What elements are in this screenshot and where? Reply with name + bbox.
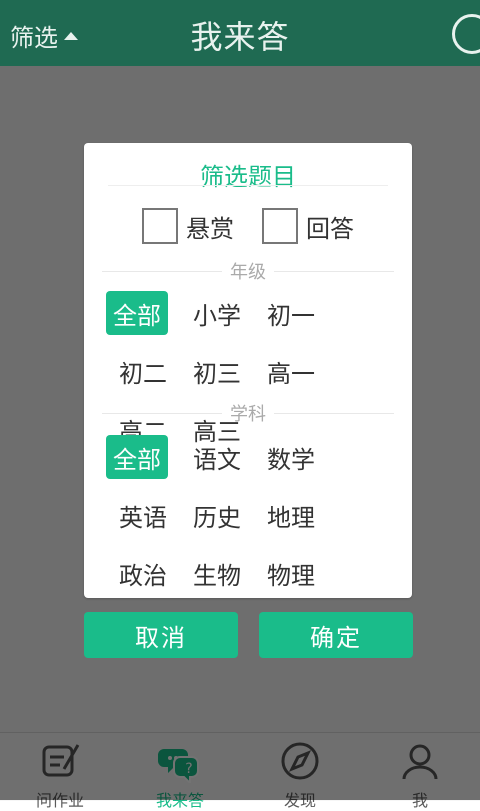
section-label: 年级 xyxy=(230,262,266,283)
grade-option[interactable]: 初一 xyxy=(254,291,328,335)
dialog-title: 筛选题目 xyxy=(200,163,296,191)
check-reward[interactable]: 悬赏 xyxy=(142,207,234,245)
subject-option[interactable]: 政治 xyxy=(106,551,180,595)
check-label: 悬赏 xyxy=(186,214,234,243)
check-answer[interactable]: 回答 xyxy=(262,207,354,245)
divider xyxy=(274,270,394,272)
page-title: 我来答 xyxy=(190,18,290,56)
subject-option[interactable]: 地理 xyxy=(254,493,328,537)
grade-option[interactable]: 初二 xyxy=(106,349,180,393)
cancel-button[interactable]: 取消 xyxy=(84,612,238,658)
confirm-button[interactable]: 确定 xyxy=(259,612,413,658)
grade-option[interactable]: 全部 xyxy=(106,291,168,335)
subject-option[interactable]: 历史 xyxy=(180,493,254,537)
subject-section-header: 学科 xyxy=(102,401,394,425)
subject-option[interactable]: 全部 xyxy=(106,435,168,479)
divider xyxy=(274,412,394,414)
section-label: 学科 xyxy=(230,404,266,425)
subject-option[interactable]: 数学 xyxy=(254,435,328,479)
subject-option[interactable]: 语文 xyxy=(180,435,254,479)
subject-option[interactable]: 生物 xyxy=(180,551,254,595)
subject-option[interactable]: 物理 xyxy=(254,551,328,595)
app-header: 筛选 我来答 xyxy=(0,0,480,66)
check-label: 回答 xyxy=(306,214,354,243)
grade-option[interactable]: 初三 xyxy=(180,349,254,393)
grade-option[interactable]: 高一 xyxy=(254,349,328,393)
filter-dialog: 筛选题目 悬赏 回答 年级 全部 小学 初一 初二 初三 高一 高二 高三 学科… xyxy=(84,143,412,648)
reward-checkbox[interactable] xyxy=(142,208,178,244)
check-row: 悬赏 回答 xyxy=(84,207,412,245)
divider xyxy=(108,185,388,186)
grade-option[interactable]: 小学 xyxy=(180,291,254,335)
subject-option[interactable]: 英语 xyxy=(106,493,180,537)
grade-section-header: 年级 xyxy=(102,259,394,283)
divider xyxy=(102,412,222,414)
answer-checkbox[interactable] xyxy=(262,208,298,244)
divider xyxy=(102,270,222,272)
